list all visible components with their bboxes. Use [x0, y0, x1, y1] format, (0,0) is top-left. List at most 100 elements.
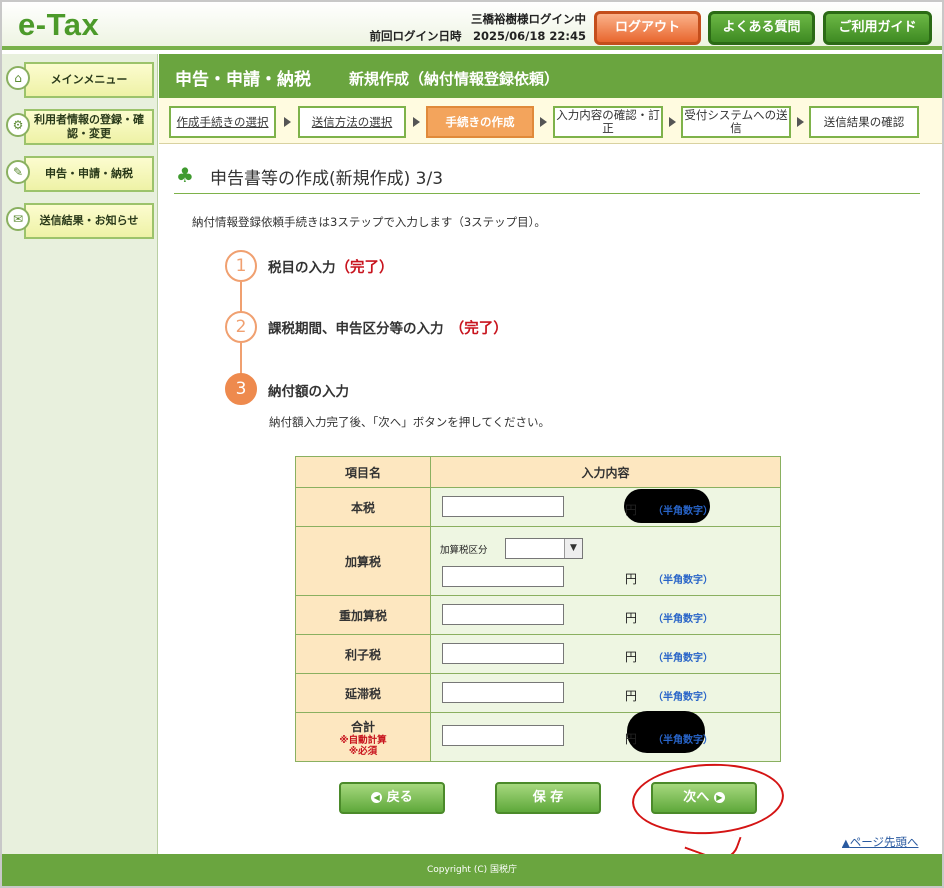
- step-1-status: （完了）: [335, 260, 394, 276]
- back-button[interactable]: ◀ 戻る: [339, 782, 445, 814]
- header: e-Tax 三橋裕樹様ログイン中 前回ログイン日時 2025/06/18 22:…: [2, 2, 942, 50]
- step-arrow-icon: [413, 117, 420, 127]
- required-note: ※必須: [348, 745, 378, 757]
- yen-unit: 円: [625, 611, 638, 625]
- faq-button[interactable]: よくある質問: [708, 11, 815, 45]
- payment-table: 項目名 入力内容 本税 円 （半角数字） 加算税 加算税区分 ▼ 円 （半角数字…: [295, 456, 781, 762]
- copyright: Copyright (C) 国税庁: [426, 865, 517, 875]
- last-login: 前回ログイン日時 2025/06/18 22:45: [369, 29, 586, 43]
- half-width-hint: （半角数字）: [653, 735, 713, 746]
- logout-button[interactable]: ログアウト: [594, 11, 701, 45]
- save-button[interactable]: 保 存: [495, 782, 601, 814]
- yen-unit: 円: [625, 572, 638, 586]
- step-1-label: 税目の入力: [268, 260, 336, 276]
- guide-button[interactable]: ご利用ガイド: [823, 11, 932, 45]
- row-label: 利子税: [295, 634, 431, 674]
- yen-unit: 円: [625, 650, 638, 664]
- login-info: 三橋裕樹様ログイン中 前回ログイン日時 2025/06/18 22:45: [368, 11, 586, 45]
- row-label: 合計: [350, 719, 375, 734]
- back-button-label: 戻る: [386, 790, 413, 805]
- total-input[interactable]: [442, 725, 564, 746]
- step-select-procedure[interactable]: 作成手続きの選択: [169, 106, 276, 138]
- kasanzei-kubun-label: 加算税区分: [440, 545, 488, 556]
- sidebar-item-user-info[interactable]: 利用者情報の登録・確認・変更 ⚙: [6, 109, 154, 145]
- home-icon: ⌂: [6, 66, 30, 90]
- step-1-circle: 1: [225, 250, 257, 282]
- table-row: 重加算税 円 （半角数字）: [295, 595, 781, 635]
- rishizei-input[interactable]: [442, 643, 564, 664]
- mail-icon: ✉: [6, 207, 30, 231]
- step-arrow-icon: [669, 117, 676, 127]
- auto-calc-note: ※自動計算: [339, 734, 387, 746]
- half-width-hint: （半角数字）: [653, 614, 713, 625]
- table-row: 合計 ※自動計算 ※必須 円 （半角数字）: [295, 711, 781, 762]
- row-value: 円 （半角数字）: [430, 711, 781, 762]
- sidebar-item-main-menu[interactable]: メインメニュー ⌂: [6, 62, 154, 98]
- step-create: 手続きの作成: [426, 106, 534, 138]
- sidebar: メインメニュー ⌂ 利用者情報の登録・確認・変更 ⚙ 申告・申請・納税 ✎ 送信…: [2, 54, 158, 854]
- progress-line: [240, 343, 242, 375]
- total-label-cell: 合計 ※自動計算 ※必須: [295, 712, 431, 762]
- step-2-label: 課税期間、申告区分等の入力: [268, 321, 444, 337]
- step-3-circle: 3: [225, 373, 257, 405]
- honzei-input[interactable]: [442, 496, 564, 517]
- login-user: 三橋裕樹様ログイン中: [471, 12, 586, 26]
- page-title: 申告書等の作成(新規作成) 3/3: [210, 169, 444, 189]
- page-heading: ♣ 申告書等の作成(新規作成) 3/3: [174, 162, 920, 194]
- half-width-hint: （半角数字）: [653, 506, 713, 517]
- step-2-circle: 2: [225, 311, 257, 343]
- step-2-status: （完了）: [457, 321, 508, 337]
- section-subtitle: 新規作成（納付情報登録依頼）: [349, 70, 560, 88]
- title-bar: 申告・申請・納税 新規作成（納付情報登録依頼）: [159, 54, 942, 98]
- sidebar-item-filing[interactable]: 申告・申請・納税 ✎: [6, 156, 154, 192]
- page-top-label: ページ先頭へ: [849, 835, 919, 849]
- kasanzei-input[interactable]: [442, 566, 564, 587]
- sidebar-item-results[interactable]: 送信結果・お知らせ ✉: [6, 203, 154, 239]
- chevron-down-icon[interactable]: ▼: [564, 539, 582, 558]
- half-width-hint: （半角数字）: [653, 575, 713, 586]
- sidebar-item-label[interactable]: 送信結果・お知らせ: [24, 203, 154, 239]
- table-row: 加算税 加算税区分 ▼ 円 （半角数字）: [295, 526, 781, 596]
- step-confirm: 入力内容の確認・訂正: [553, 106, 663, 138]
- step-3-label: 納付額の入力: [268, 384, 349, 400]
- sidebar-item-label[interactable]: 利用者情報の登録・確認・変更: [24, 109, 154, 145]
- progress-line: [240, 282, 242, 314]
- user-settings-icon: ⚙: [6, 113, 30, 137]
- etax-logo: e-Tax: [18, 7, 100, 42]
- col-header-input: 入力内容: [430, 456, 781, 488]
- row-value: 加算税区分 ▼ 円 （半角数字）: [430, 526, 781, 596]
- clover-icon: ♣: [176, 163, 194, 187]
- row-value: 円 （半角数字）: [430, 487, 781, 527]
- step-send: 受付システムへの送信: [681, 106, 791, 138]
- row-value: 円 （半角数字）: [430, 595, 781, 635]
- sidebar-item-label[interactable]: 申告・申請・納税: [24, 156, 154, 192]
- jukasanzei-input[interactable]: [442, 604, 564, 625]
- up-arrow-icon: ▲: [842, 838, 850, 849]
- table-row: 本税 円 （半角数字）: [295, 487, 781, 527]
- step-1-text: 税目の入力（完了）: [268, 256, 394, 277]
- step-arrow-icon: [540, 117, 547, 127]
- section-title: 申告・申請・納税: [175, 70, 311, 90]
- intro-text: 納付情報登録依頼手続きは3ステップで入力します（3ステップ目）。: [192, 215, 546, 229]
- col-header-item: 項目名: [295, 456, 431, 488]
- step-select-method[interactable]: 送信方法の選択: [298, 106, 406, 138]
- row-label: 延滞税: [295, 673, 431, 713]
- table-row: 延滞税 円 （半角数字）: [295, 673, 781, 713]
- kasanzei-kubun-select[interactable]: ▼: [505, 538, 583, 559]
- instruction-text: 納付額入力完了後、「次へ」ボタンを押してください。: [269, 415, 551, 429]
- entaizei-input[interactable]: [442, 682, 564, 703]
- yen-unit: 円: [625, 732, 638, 746]
- table-row: 利子税 円 （半角数字）: [295, 634, 781, 674]
- sidebar-item-label[interactable]: メインメニュー: [24, 62, 154, 98]
- row-label: 本税: [295, 487, 431, 527]
- step-navigation: 作成手続きの選択 送信方法の選択 手続きの作成 入力内容の確認・訂正 受付システ…: [159, 98, 942, 144]
- row-value: 円 （半角数字）: [430, 673, 781, 713]
- step-arrow-icon: [797, 117, 804, 127]
- row-value: 円 （半角数字）: [430, 634, 781, 674]
- page-top-link[interactable]: ▲ページ先頭へ: [842, 834, 918, 850]
- step-arrow-icon: [284, 117, 291, 127]
- row-label: 重加算税: [295, 595, 431, 635]
- half-width-hint: （半角数字）: [653, 692, 713, 703]
- step-2-text: 課税期間、申告区分等の入力 （完了）: [268, 317, 508, 338]
- step-result: 送信結果の確認: [809, 106, 919, 138]
